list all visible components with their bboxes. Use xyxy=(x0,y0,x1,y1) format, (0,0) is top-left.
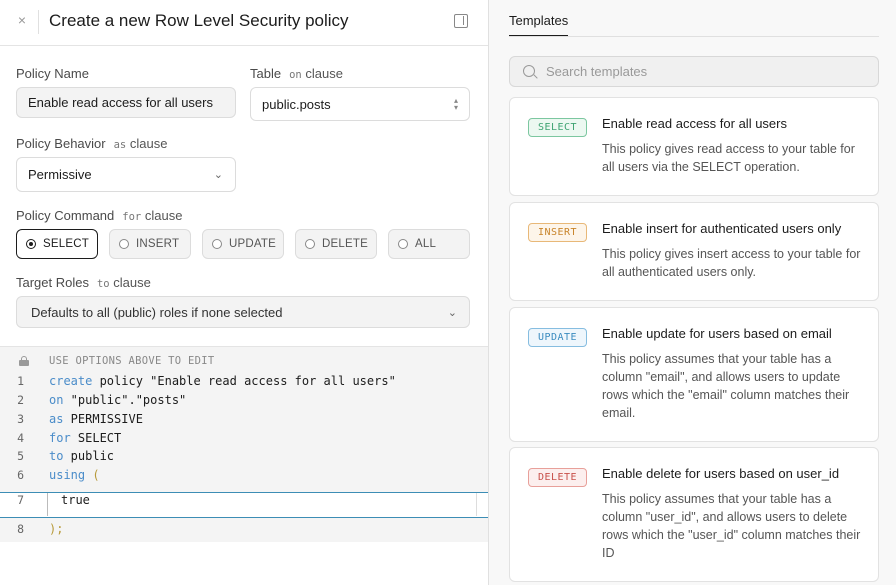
template-card-update[interactable]: UPDATE Enable update for users based on … xyxy=(509,307,879,442)
policy-name-label: Policy Name xyxy=(16,66,89,81)
policy-editor-panel: × Create a new Row Level Security policy… xyxy=(0,0,488,585)
code-line: create policy "Enable read access for al… xyxy=(49,374,396,388)
template-title: Enable delete for users based on user_id xyxy=(602,466,840,481)
line-number: 3 xyxy=(17,412,24,426)
chevron-down-icon: ⌄ xyxy=(447,306,457,319)
template-card-delete[interactable]: DELETE Enable delete for users based on … xyxy=(509,447,879,582)
templates-tabs: Templates xyxy=(509,0,879,37)
template-card-insert[interactable]: INSERT Enable insert for authenticated u… xyxy=(509,202,879,301)
badge-insert: INSERT xyxy=(528,223,587,242)
command-option-all[interactable]: ALL xyxy=(388,229,470,259)
editor-hint: USE OPTIONS ABOVE TO EDIT xyxy=(49,355,215,367)
template-title: Enable insert for authenticated users on… xyxy=(602,221,842,236)
header-divider xyxy=(38,10,39,34)
page-title: Create a new Row Level Security policy xyxy=(49,11,349,30)
code-line: on "public"."posts" xyxy=(49,393,187,407)
panel-header: × Create a new Row Level Security policy xyxy=(0,0,488,46)
table-select[interactable]: public.posts ▴ ▾ xyxy=(250,87,470,121)
policy-name-input[interactable]: Enable read access for all users xyxy=(16,87,236,118)
close-icon[interactable]: × xyxy=(16,12,28,28)
roles-label: Target Roles to clause xyxy=(16,275,151,290)
radio-icon xyxy=(212,239,222,249)
roles-value: Defaults to all (public) roles if none s… xyxy=(31,304,283,320)
search-placeholder: Search templates xyxy=(546,64,648,79)
collapse-panel-icon[interactable] xyxy=(454,14,468,28)
template-description: This policy assumes that your table has … xyxy=(602,352,850,420)
roles-select[interactable]: Defaults to all (public) roles if none s… xyxy=(16,296,470,328)
code-line: using ( xyxy=(49,468,100,482)
behavior-value: Permissive xyxy=(28,167,92,182)
updown-chevron-icon: ▴ ▾ xyxy=(453,96,458,112)
template-title: Enable update for users based on email xyxy=(602,326,832,341)
command-option-delete[interactable]: DELETE xyxy=(295,229,377,259)
line-number: 6 xyxy=(17,468,24,482)
template-card-select[interactable]: SELECT Enable read access for all users … xyxy=(509,97,879,196)
line-number: 4 xyxy=(17,431,24,445)
code-line: for SELECT xyxy=(49,431,122,445)
table-value: public.posts xyxy=(262,96,331,112)
code-line: true xyxy=(61,493,90,507)
badge-update: UPDATE xyxy=(528,328,587,347)
sql-editor[interactable]: USE OPTIONS ABOVE TO EDIT 1 create polic… xyxy=(0,346,488,542)
line-number: 7 xyxy=(17,493,24,507)
line-number: 2 xyxy=(17,393,24,407)
badge-delete: DELETE xyxy=(528,468,587,487)
line-number: 1 xyxy=(17,374,24,388)
radio-icon xyxy=(398,239,408,249)
line-number: 5 xyxy=(17,449,24,463)
code-line: ); xyxy=(49,522,64,536)
lock-icon xyxy=(19,356,29,366)
code-line: as PERMISSIVE xyxy=(49,412,143,426)
chevron-down-icon: ⌄ xyxy=(213,169,223,181)
policy-name-value: Enable read access for all users xyxy=(28,95,213,110)
template-description: This policy assumes that your table has … xyxy=(602,492,861,560)
radio-icon xyxy=(26,239,36,249)
command-option-select[interactable]: SELECT xyxy=(16,229,98,259)
template-description: This policy gives insert access to your … xyxy=(602,247,861,279)
command-label: Policy Command for clause xyxy=(16,208,183,223)
radio-icon xyxy=(119,239,129,249)
behavior-select[interactable]: Permissive ⌄ xyxy=(16,157,236,192)
command-option-insert[interactable]: INSERT xyxy=(109,229,191,259)
code-line: to public xyxy=(49,449,115,463)
search-templates-input[interactable]: Search templates xyxy=(509,56,879,87)
table-label: Table on clause xyxy=(250,66,343,81)
template-description: This policy gives read access to your ta… xyxy=(602,142,855,174)
templates-panel: Templates Search templates SELECT Enable… xyxy=(488,0,896,585)
line-number: 8 xyxy=(17,522,24,536)
command-option-update[interactable]: UPDATE xyxy=(202,229,284,259)
badge-select: SELECT xyxy=(528,118,587,137)
template-title: Enable read access for all users xyxy=(602,116,787,131)
radio-icon xyxy=(305,239,315,249)
tab-templates[interactable]: Templates xyxy=(509,13,568,36)
behavior-label: Policy Behavior as clause xyxy=(16,136,168,151)
search-icon xyxy=(523,65,535,77)
